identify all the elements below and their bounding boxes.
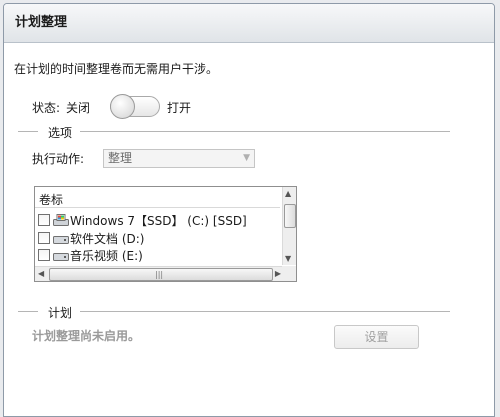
scroll-thumb[interactable] [284,204,296,228]
toggle-on-label: 打开 [167,101,192,115]
schedule-section-header: 计划 [18,304,450,321]
scroll-thumb[interactable]: ||| [49,268,273,281]
divider [80,131,450,132]
schedule-section-title: 计划 [42,304,79,321]
options-section-title: 选项 [42,124,79,141]
volume-checkbox[interactable] [38,249,50,261]
divider [80,311,450,312]
divider [18,131,38,132]
system-drive-icon [53,214,69,226]
status-label: 状态: [32,101,61,115]
scroll-down-icon[interactable]: ▼ [285,254,291,263]
volume-checkbox[interactable] [38,232,50,244]
volume-label: 软件文档 (D:) [70,232,145,246]
action-label: 执行动作: [32,152,85,166]
scroll-up-icon[interactable]: ▲ [285,189,291,198]
action-select[interactable]: 整理 ▼ [103,149,255,168]
toggle-knob [110,94,135,119]
schedule-defrag-window: 计划整理 在计划的时间整理卷而无需用户干涉。 状态: 关闭 打开 选项 执行动作… [3,3,495,417]
volume-label: Windows 7【SSD】 (C:) [SSD] [70,214,247,228]
drive-icon [53,253,69,261]
status-toggle[interactable] [110,94,160,119]
scroll-right-icon[interactable]: ▶ [275,269,281,278]
settings-button[interactable]: 设置 [334,325,419,349]
grip-icon: ||| [155,270,164,279]
horizontal-scrollbar[interactable]: ◀ ||| ▶ [35,266,284,281]
scroll-left-icon[interactable]: ◀ [38,269,44,278]
options-section-header: 选项 [18,124,450,141]
divider [35,207,280,208]
vertical-scrollbar[interactable]: ▲ ▼ [282,187,296,265]
window-title: 计划整理 [4,4,494,43]
chevron-down-icon: ▼ [243,153,250,163]
description-text: 在计划的时间整理卷而无需用户干涉。 [14,62,219,76]
action-select-value: 整理 [108,151,133,165]
volume-list-header: 卷标 [39,193,64,207]
volume-list[interactable]: 卷标 Windows 7【SSD】 (C:) [SSD] 软件文档 (D:) 音… [34,186,297,282]
drive-icon [53,236,69,244]
volume-checkbox[interactable] [38,214,50,226]
scrollbar-corner [282,266,296,281]
toggle-off-label: 关闭 [66,101,91,115]
volume-label: 音乐视频 (E:) [70,249,143,263]
divider [18,311,38,312]
schedule-status-text: 计划整理尚未启用。 [32,329,141,343]
